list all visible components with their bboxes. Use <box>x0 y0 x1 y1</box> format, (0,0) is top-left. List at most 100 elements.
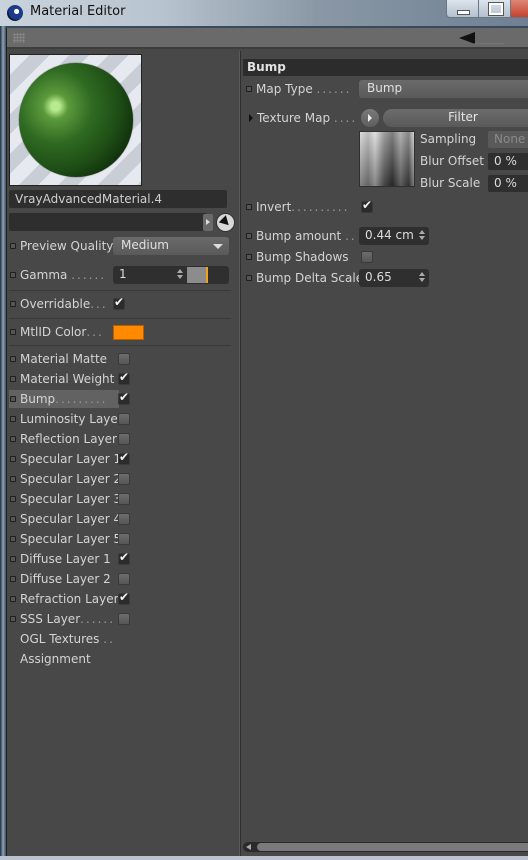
animate-dot-icon[interactable] <box>10 556 16 562</box>
channel-checkbox[interactable] <box>118 370 130 385</box>
bump-amount-label: Bump amount .. <box>256 229 357 243</box>
scrollbar-thumb[interactable] <box>257 843 528 851</box>
channel-checkbox[interactable] <box>118 450 130 465</box>
animate-dot-icon[interactable] <box>10 376 16 382</box>
maximize-button[interactable] <box>479 0 511 17</box>
divider <box>9 318 231 319</box>
texture-menu-button[interactable] <box>361 109 379 127</box>
forward-arrow-icon[interactable] <box>473 32 511 44</box>
material-name-field[interactable]: VrayAdvancedMaterial.4 <box>9 190 227 208</box>
link-field[interactable] <box>9 213 207 231</box>
invert-checkbox[interactable] <box>361 198 373 213</box>
filter-shader-button[interactable]: Filter <box>383 109 528 127</box>
horizontal-scrollbar[interactable] <box>243 842 528 852</box>
minimize-button[interactable] <box>447 0 479 17</box>
map-type-label: Map Type ...... <box>256 82 352 96</box>
channel-label: Reflection Layer <box>20 432 117 446</box>
bump-delta-scale-value: 0.65 <box>365 270 392 284</box>
animate-dot-icon[interactable] <box>10 536 16 542</box>
channel-checkbox[interactable] <box>118 473 130 485</box>
animate-dot-icon[interactable] <box>10 329 16 335</box>
texture-preview[interactable] <box>359 131 415 187</box>
animate-dot-icon[interactable] <box>10 416 16 422</box>
animate-dot-icon[interactable] <box>10 243 16 249</box>
gamma-input[interactable]: 1 <box>113 266 187 284</box>
window-title: Material Editor <box>30 4 126 19</box>
bump-shadows-row: Bump Shadows <box>243 247 349 267</box>
bump-amount-row: Bump amount .. <box>243 226 357 246</box>
spinner-arrows-icon[interactable] <box>419 272 425 283</box>
map-type-dropdown[interactable]: Bump <box>359 80 528 98</box>
animate-dot-icon[interactable] <box>10 356 16 362</box>
gamma-slider[interactable] <box>187 266 229 284</box>
overridable-checkbox[interactable] <box>113 295 125 310</box>
material-preview[interactable] <box>9 54 142 186</box>
blur-scale-input[interactable]: 0 % <box>488 175 528 192</box>
channel-checkbox[interactable] <box>118 413 130 425</box>
animate-dot-icon[interactable] <box>10 576 16 582</box>
animate-dot-icon[interactable] <box>10 456 16 462</box>
channel-checkbox[interactable] <box>118 550 130 565</box>
group-title: Bump <box>243 59 528 76</box>
close-button[interactable] <box>511 0 528 17</box>
toolbar <box>7 28 528 49</box>
channel-checkbox[interactable] <box>118 353 130 365</box>
pick-object-button[interactable] <box>216 213 235 232</box>
animate-dot-icon[interactable] <box>246 204 252 210</box>
animate-dot-icon[interactable] <box>10 436 16 442</box>
animate-dot-icon[interactable] <box>246 233 252 239</box>
channel-checkbox[interactable] <box>118 513 130 525</box>
spinner-arrows-icon[interactable] <box>419 230 425 241</box>
bump-amount-input[interactable]: 0.44 cm <box>359 227 429 245</box>
bump-delta-scale-row: Bump Delta Scale <box>243 268 363 288</box>
mtlid-color-label: MtlID Color... <box>20 325 104 339</box>
map-type-row: Map Type ...... <box>243 79 351 99</box>
overridable-label: Overridable... <box>20 297 108 311</box>
animate-dot-icon[interactable] <box>10 616 16 622</box>
animate-dot-icon[interactable] <box>10 596 16 602</box>
animate-dot-icon[interactable] <box>10 272 16 278</box>
animate-dot-icon[interactable] <box>10 476 16 482</box>
channel-label: Specular Layer 4 <box>20 512 122 526</box>
channel-checkbox[interactable] <box>118 573 130 585</box>
preview-quality-dropdown[interactable]: Medium <box>113 237 229 255</box>
animate-dot-icon[interactable] <box>10 496 16 502</box>
animate-dot-icon[interactable] <box>10 516 16 522</box>
back-arrow-icon[interactable] <box>459 32 475 44</box>
mtlid-color-swatch[interactable] <box>113 325 144 340</box>
sampling-dropdown[interactable]: None <box>488 131 528 148</box>
bump-shadows-label: Bump Shadows <box>256 250 349 264</box>
channel-item[interactable]: Assignment <box>7 649 233 669</box>
channel-label: Refraction Layer <box>20 592 119 606</box>
channel-item[interactable]: OGL Textures .. <box>7 629 233 649</box>
spinner-arrows-icon[interactable] <box>177 269 183 280</box>
bump-shadows-checkbox[interactable] <box>361 251 373 263</box>
bump-delta-scale-input[interactable]: 0.65 <box>359 269 429 287</box>
channel-label: Material Matte <box>20 352 108 366</box>
scroll-left-icon[interactable] <box>246 844 251 850</box>
animate-dot-icon[interactable] <box>246 275 252 281</box>
animate-dot-icon[interactable] <box>246 254 252 260</box>
channel-label: Bump......... <box>20 392 108 406</box>
channel-checkbox[interactable] <box>118 533 130 545</box>
channel-label: Diffuse Layer 2 <box>20 572 111 586</box>
channel-label: Material Weight <box>20 372 115 386</box>
animate-dot-icon[interactable] <box>10 396 16 402</box>
channel-checkbox[interactable] <box>118 613 130 625</box>
channel-checkbox[interactable] <box>118 590 130 605</box>
gamma-slider-handle[interactable] <box>205 267 208 283</box>
sampling-label: Sampling <box>420 132 477 146</box>
divider <box>9 290 231 291</box>
panel-grip-icon[interactable] <box>13 33 25 43</box>
channel-checkbox[interactable] <box>118 493 130 505</box>
channel-checkbox[interactable] <box>118 390 130 405</box>
panel-splitter[interactable] <box>239 51 241 860</box>
animate-dot-icon[interactable] <box>10 301 16 307</box>
link-arrow-button[interactable] <box>203 214 213 231</box>
invert-label: Invert.......... <box>256 200 350 214</box>
channel-label: Luminosity Layer <box>20 412 123 426</box>
blur-offset-input[interactable]: 0 % <box>488 153 528 170</box>
channel-checkbox[interactable] <box>118 433 130 445</box>
animate-dot-icon[interactable] <box>246 86 252 92</box>
expand-triangle-icon[interactable] <box>249 114 253 122</box>
